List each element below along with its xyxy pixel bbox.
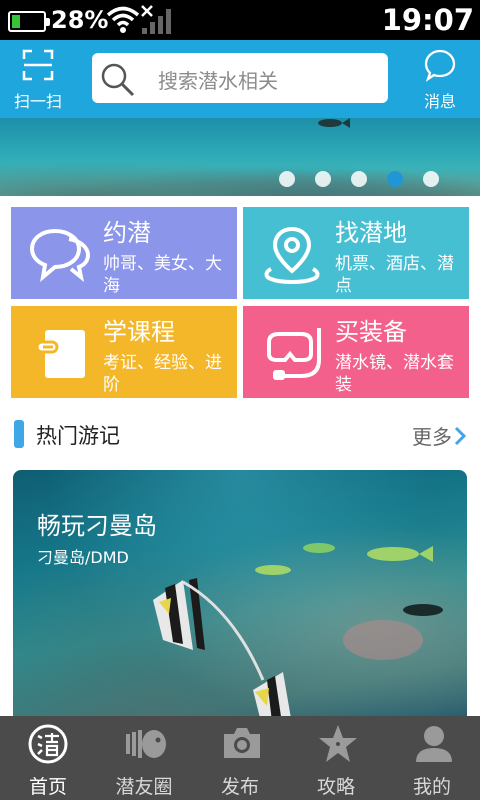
diving-mask-icon bbox=[261, 324, 327, 390]
battery-percentage: 28% bbox=[51, 6, 109, 34]
status-bar: 28% 19:07 bbox=[0, 0, 480, 40]
tile-subtitle: 帅哥、美女、大海 bbox=[103, 254, 222, 296]
bottom-tab-bar: 首页 潜友圈 发布 攻略 我的 bbox=[0, 716, 480, 800]
tab-label: 我的 bbox=[412, 776, 451, 798]
tile-subtitle: 考证、经验、进阶 bbox=[103, 353, 222, 395]
chevron-right-icon[interactable] bbox=[454, 426, 467, 450]
tile-subtitle: 潜水镜、潜水套装 bbox=[335, 353, 454, 395]
more-link[interactable]: 更多 bbox=[412, 421, 452, 450]
tab-label: 发布 bbox=[220, 776, 259, 798]
tab-label: 首页 bbox=[28, 776, 67, 798]
tile-title: 约潜 bbox=[103, 219, 151, 247]
fish-icon bbox=[124, 722, 168, 770]
camera-icon bbox=[220, 722, 264, 770]
tile-title: 找潜地 bbox=[335, 219, 407, 247]
tile-subtitle: 机票、酒店、潜点 bbox=[335, 254, 454, 296]
app-screen: 28% 19:07 扫一扫 搜索潜水相关 消息 约潜 帅哥、美女、大海 找潜地 … bbox=[0, 0, 480, 800]
message-label: 消息 bbox=[423, 92, 456, 111]
message-bubble-icon bbox=[423, 49, 457, 86]
banner-carousel[interactable] bbox=[0, 118, 480, 196]
starfish-icon bbox=[316, 722, 360, 770]
card-title: 畅玩刁曼岛 bbox=[37, 512, 157, 540]
status-time: 19:07 bbox=[381, 3, 474, 37]
tile-zhaoqiandi[interactable]: 找潜地 机票、酒店、潜点 bbox=[243, 207, 469, 299]
search-icon bbox=[100, 62, 136, 102]
search-box[interactable]: 搜索潜水相关 bbox=[92, 53, 388, 103]
cellular-signal-icon bbox=[140, 4, 176, 40]
carousel-dot[interactable] bbox=[423, 171, 439, 187]
tab-label: 潜友圈 bbox=[115, 776, 173, 798]
tab-label: 攻略 bbox=[316, 776, 355, 798]
banner-image bbox=[0, 156, 480, 196]
carousel-dot[interactable] bbox=[279, 171, 295, 187]
section-title: 热门游记 bbox=[36, 424, 120, 448]
scan-button[interactable]: 扫一扫 bbox=[6, 48, 70, 112]
section-accent-bar bbox=[14, 420, 24, 448]
carousel-dot[interactable] bbox=[315, 171, 331, 187]
tile-title: 学课程 bbox=[103, 318, 175, 346]
scan-icon bbox=[21, 49, 55, 86]
card-subtitle: 刁曼岛/DMD bbox=[37, 548, 129, 567]
top-app-bar: 扫一扫 搜索潜水相关 消息 bbox=[0, 40, 480, 118]
chat-bubbles-icon bbox=[29, 225, 91, 287]
battery-level bbox=[12, 15, 20, 28]
home-qian-icon bbox=[28, 722, 68, 770]
battery-icon bbox=[8, 11, 50, 32]
wifi-icon bbox=[106, 4, 140, 38]
carousel-dot[interactable] bbox=[351, 171, 367, 187]
tile-yueqian[interactable]: 约潜 帅哥、美女、大海 bbox=[11, 207, 237, 299]
tab-home[interactable]: 首页 bbox=[0, 716, 96, 800]
fish-illustration-icon bbox=[153, 543, 443, 730]
tab-publish[interactable]: 发布 bbox=[192, 716, 288, 800]
travel-note-card[interactable]: 畅玩刁曼岛 刁曼岛/DMD bbox=[13, 470, 467, 730]
scan-label: 扫一扫 bbox=[13, 92, 62, 111]
tab-friends[interactable]: 潜友圈 bbox=[96, 716, 192, 800]
banner-fish-icon bbox=[318, 118, 350, 128]
tile-xuekecheng[interactable]: 学课程 考证、经验、进阶 bbox=[11, 306, 237, 398]
tile-maizhuangbei[interactable]: 买装备 潜水镜、潜水套装 bbox=[243, 306, 469, 398]
user-icon bbox=[412, 722, 456, 770]
location-pin-icon bbox=[261, 225, 323, 291]
tile-title: 买装备 bbox=[335, 318, 407, 346]
tab-guide[interactable]: 攻略 bbox=[288, 716, 384, 800]
message-button[interactable]: 消息 bbox=[408, 48, 472, 112]
course-book-icon bbox=[29, 324, 91, 390]
carousel-dot[interactable] bbox=[387, 171, 403, 187]
tab-mine[interactable]: 我的 bbox=[384, 716, 480, 800]
search-placeholder: 搜索潜水相关 bbox=[158, 69, 278, 93]
